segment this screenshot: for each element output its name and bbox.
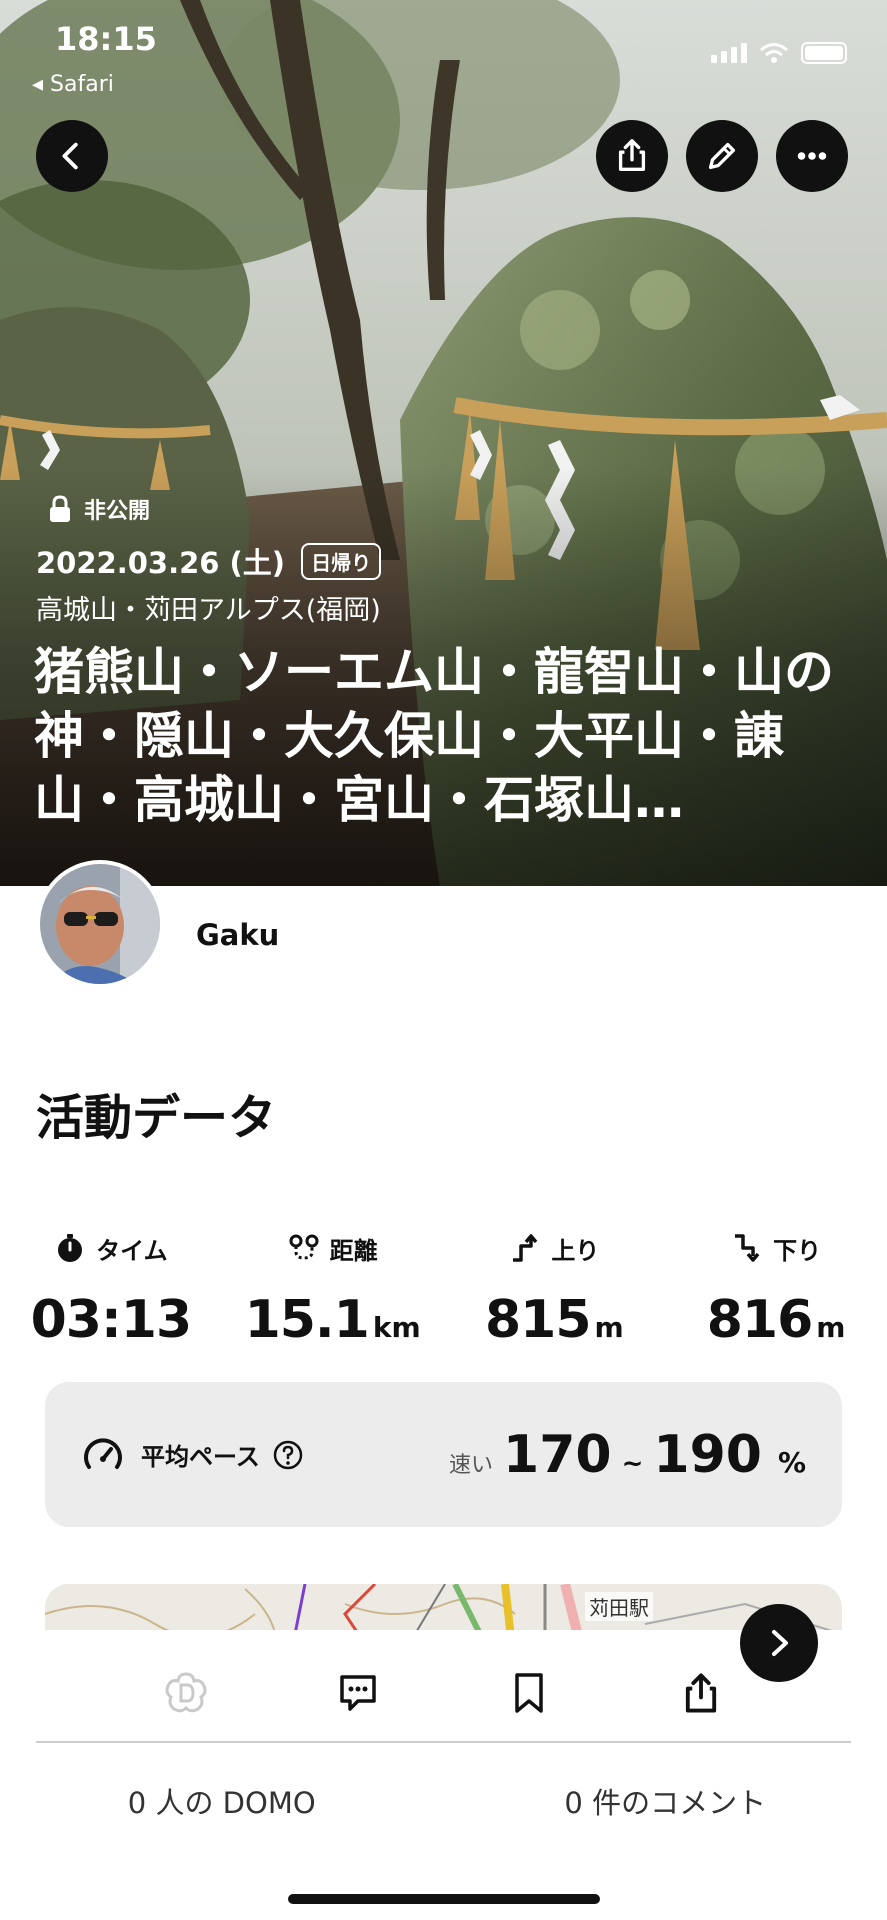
- action-icons-row: [0, 1668, 887, 1718]
- activity-title: 猪熊山・ソーエム山・龍智山・山の神・隠山・大久保山・大平山・諌山・高城山・宮山・…: [34, 643, 834, 829]
- comment-button[interactable]: [333, 1668, 383, 1718]
- activity-date: 2022.03.26 (土): [36, 546, 286, 580]
- pace-low: 170: [503, 1424, 612, 1485]
- stat-ascent-value: 815: [485, 1290, 592, 1350]
- stat-descent-label: 下り: [773, 1236, 822, 1265]
- pace-tilde: ~: [621, 1448, 644, 1479]
- bookmark-icon: [515, 1673, 544, 1713]
- chevron-right-icon: [772, 1630, 788, 1656]
- privacy-badge: 非公開: [48, 493, 150, 525]
- stopwatch-icon: [58, 1234, 83, 1262]
- route-icon: [289, 1234, 319, 1260]
- stat-distance-label: 距離: [329, 1236, 378, 1265]
- pace-unit: %: [777, 1445, 806, 1479]
- stat-distance: 距離 15.1 km: [222, 1228, 444, 1350]
- speedometer-icon: [84, 1437, 122, 1469]
- help-icon[interactable]: [272, 1439, 304, 1471]
- back-to-safari-link[interactable]: ◂ Safari: [32, 72, 114, 97]
- stat-distance-value: 15.1: [244, 1290, 370, 1350]
- bookmark-button[interactable]: [504, 1668, 554, 1718]
- stat-descent: 下り 816 m: [665, 1228, 887, 1350]
- lock-icon: [50, 495, 70, 522]
- edit-button[interactable]: [686, 120, 758, 192]
- more-dots-icon: [797, 152, 827, 160]
- battery-icon: [801, 42, 847, 64]
- avatar-photo: [40, 864, 160, 984]
- activity-section-title: 活動データ: [36, 1090, 277, 1146]
- reaction-counts: 0 人の DOMO 0 件のコメント: [0, 1780, 887, 1822]
- trip-type-badge: 日帰り: [301, 542, 382, 580]
- average-pace-card[interactable]: 平均ペース 速い 170 ~ 190 %: [45, 1382, 842, 1527]
- home-indicator: [288, 1894, 600, 1904]
- mountain-area-link[interactable]: 高城山・苅田アルプス(福岡): [36, 588, 381, 627]
- stat-time: タイム 03:13: [0, 1228, 222, 1350]
- divider: [36, 1741, 851, 1743]
- back-button[interactable]: [36, 120, 108, 192]
- descent-icon: [735, 1234, 760, 1262]
- stat-descent-value: 816: [706, 1290, 814, 1350]
- domo-flower-icon: [165, 1672, 207, 1713]
- comment-icon: [339, 1675, 376, 1711]
- stat-time-value: 03:13: [30, 1290, 193, 1350]
- chevron-left-icon: [62, 142, 78, 170]
- privacy-label: 非公開: [84, 499, 151, 524]
- domo-button[interactable]: [161, 1668, 211, 1718]
- stat-ascent-label: 上り: [551, 1236, 600, 1265]
- date-row: 2022.03.26 (土) 日帰り: [36, 540, 382, 582]
- status-time: 18:15: [55, 20, 157, 58]
- share-icon: [618, 139, 646, 171]
- stat-time-label: タイム: [96, 1236, 168, 1265]
- ascent-icon: [513, 1234, 538, 1262]
- comment-count-link[interactable]: 0 件のコメント: [444, 1780, 887, 1822]
- share-button[interactable]: [596, 120, 668, 192]
- pace-label: 平均ペース: [141, 1443, 260, 1471]
- status-icons: [711, 42, 847, 64]
- share-footer-button[interactable]: [676, 1668, 726, 1718]
- stat-descent-unit: m: [816, 1311, 846, 1344]
- stat-ascent-unit: m: [594, 1311, 624, 1344]
- domo-count-link[interactable]: 0 人の DOMO: [0, 1780, 444, 1822]
- stat-distance-unit: km: [372, 1311, 421, 1344]
- stat-ascent: 上り 815 m: [444, 1228, 666, 1350]
- pace-high: 190: [653, 1424, 762, 1485]
- pace-speed-label: 速い: [449, 1452, 494, 1478]
- wifi-icon: [760, 43, 788, 63]
- pace-value-range: 速い 170 ~ 190 %: [449, 1425, 806, 1485]
- status-bar: 18:15 ◂ Safari: [0, 0, 887, 110]
- avatar[interactable]: [36, 860, 164, 988]
- username[interactable]: Gaku: [196, 918, 279, 952]
- more-button[interactable]: [776, 120, 848, 192]
- pencil-icon: [708, 142, 736, 170]
- map-expand-button[interactable]: [740, 1604, 818, 1682]
- share-icon: [686, 1673, 717, 1713]
- stats-row: タイム 03:13 距離 15.1 km 上り 815 m 下り 816 m: [0, 1228, 887, 1350]
- cellular-signal-icon: [711, 43, 747, 63]
- map-station-label: 苅田駅: [585, 1592, 653, 1621]
